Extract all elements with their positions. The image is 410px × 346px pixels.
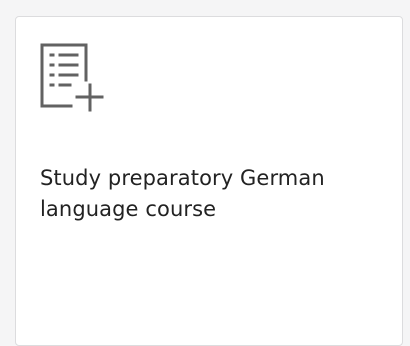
course-card[interactable]: Study preparatory German language course	[15, 16, 403, 346]
card-title: Study preparatory German language course	[40, 166, 325, 221]
add-to-list-icon	[39, 42, 105, 112]
